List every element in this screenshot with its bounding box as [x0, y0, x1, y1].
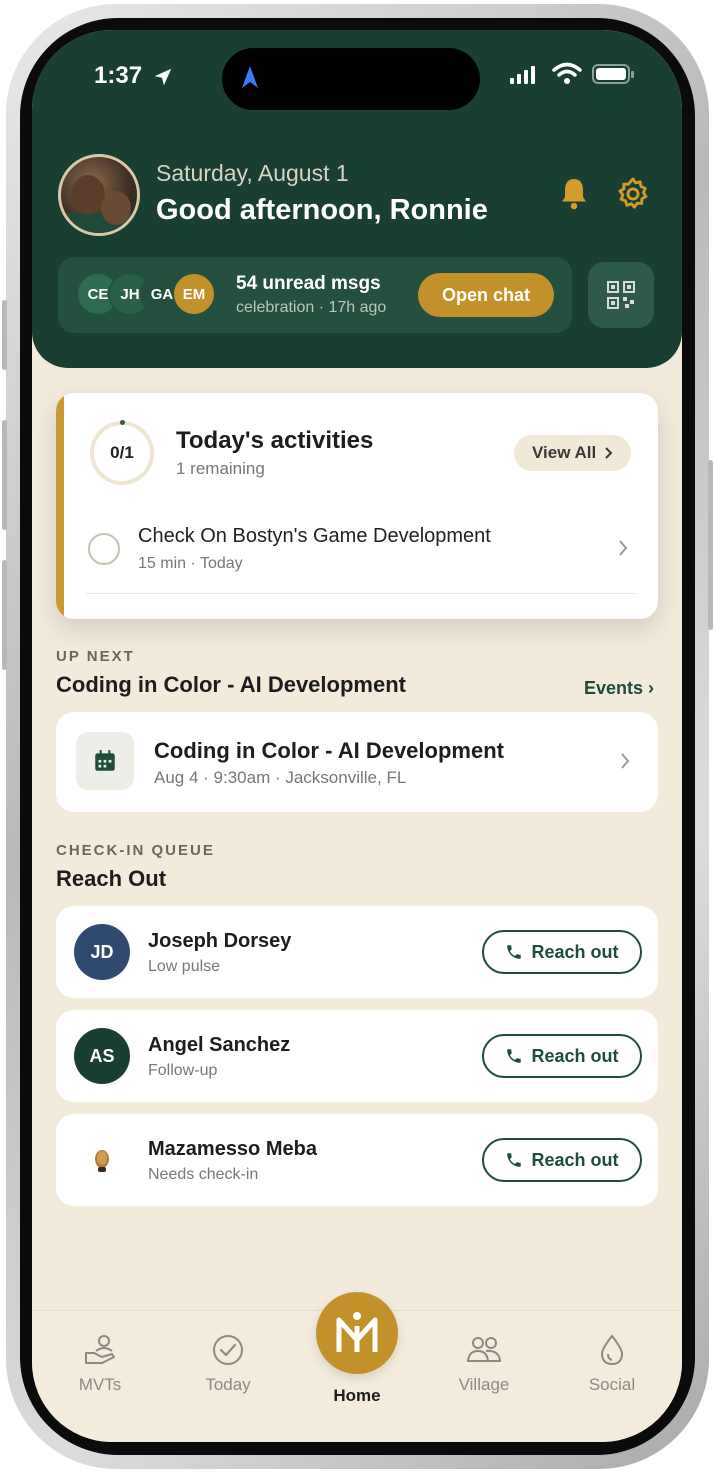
queue-person-card[interactable]: Mazamesso Meba Needs check-in Reach out: [56, 1114, 658, 1206]
home-logo-icon: [336, 1312, 378, 1352]
qr-code-button[interactable]: [588, 262, 654, 328]
reach-out-label: Reach out: [531, 1149, 619, 1170]
activities-title: Today's activities: [176, 427, 374, 454]
calendar-tile: [76, 732, 134, 790]
volume-up-button: [2, 420, 7, 530]
event-title: Coding in Color - AI Development: [154, 738, 504, 763]
reach-out-button[interactable]: Reach out: [482, 930, 642, 974]
card-accent-bar: [56, 393, 64, 619]
event-meta: Aug 4 · 9:30am · Jacksonville, FL: [154, 768, 407, 787]
navigation-arrow-icon: [242, 66, 258, 88]
checkin-queue-eyebrow: CHECK-IN QUEUE: [56, 842, 215, 859]
task-checkbox[interactable]: [88, 533, 120, 565]
status-time: 1:37: [94, 62, 143, 89]
people-icon: [466, 1337, 502, 1362]
view-all-button[interactable]: View All: [514, 435, 632, 471]
home-header: 1:37 Saturday, August 1 Good afternoon, …: [32, 30, 682, 368]
tab-social[interactable]: Social: [562, 1333, 662, 1395]
wifi-icon: [552, 62, 582, 84]
phone-icon: [507, 1049, 522, 1063]
tab-home-label: Home: [333, 1386, 381, 1405]
tab-label: MVTs: [78, 1375, 122, 1394]
greeting-title: Good afternoon, Ronnie: [156, 194, 488, 226]
up-next-title: Coding in Color - AI Development: [56, 672, 406, 697]
unread-count: 54 unread msgs: [236, 273, 381, 294]
date-label: Saturday, August 1: [156, 160, 349, 186]
person-reason: Follow-up: [148, 1062, 218, 1079]
battery-icon: [592, 64, 634, 84]
tab-village[interactable]: Village: [434, 1333, 534, 1395]
phone-icon: [507, 945, 522, 959]
events-link[interactable]: Events ›: [584, 678, 654, 699]
volume-down-button: [2, 560, 7, 670]
tab-today[interactable]: Today: [178, 1333, 278, 1395]
person-avatar: JD: [74, 924, 130, 980]
profile-avatar[interactable]: [58, 154, 140, 236]
person-name: Mazamesso Meba: [148, 1138, 317, 1160]
events-link-label: Events: [584, 678, 644, 698]
event-card[interactable]: Coding in Color - AI Development Aug 4 ·…: [56, 712, 658, 812]
tab-mvts[interactable]: MVTs: [50, 1333, 150, 1395]
person-avatar: AS: [74, 1028, 130, 1084]
progress-count: 0/1: [110, 443, 134, 462]
mute-switch: [2, 300, 7, 370]
reach-out-button[interactable]: Reach out: [482, 1034, 642, 1078]
app-screen: 1:37 Saturday, August 1 Good afternoon, …: [32, 30, 682, 1442]
tab-home[interactable]: [316, 1292, 398, 1374]
drop-icon: [600, 1334, 624, 1366]
checkin-queue-title: Reach Out: [56, 866, 167, 891]
bell-icon[interactable]: [556, 175, 592, 213]
person-reason: Low pulse: [148, 958, 221, 975]
progress-ring: 0/1: [90, 420, 154, 485]
person-reason: Needs check-in: [148, 1166, 259, 1183]
queue-person-card[interactable]: JD Joseph Dorsey Low pulse Reach out: [56, 906, 658, 998]
divider: [86, 593, 636, 594]
up-next-eyebrow: UP NEXT: [56, 648, 135, 665]
chat-participant-avatar: EM: [172, 272, 216, 316]
calendar-icon: [95, 750, 115, 771]
chevron-right-icon: [605, 447, 613, 459]
hand-person-icon: [85, 1335, 115, 1364]
person-name: Joseph Dorsey: [148, 930, 292, 952]
dynamic-island: [222, 48, 480, 110]
tab-label: Today: [205, 1375, 251, 1394]
reach-out-label: Reach out: [531, 1045, 619, 1066]
person-avatar: [74, 1132, 130, 1188]
todays-activities-card: 0/1 Today's activities 1 remaining View …: [56, 393, 658, 619]
open-chat-button[interactable]: Open chat: [418, 273, 554, 317]
check-circle-icon: [213, 1335, 243, 1365]
chevron-right-icon: [619, 540, 628, 556]
location-arrow-icon: [154, 68, 172, 86]
chat-meta: celebration · 17h ago: [236, 299, 387, 316]
chevron-right-icon: [621, 753, 630, 769]
power-button: [708, 460, 713, 630]
cellular-signal-icon: [510, 66, 535, 84]
tab-label: Social: [588, 1375, 636, 1394]
phone-icon: [507, 1153, 522, 1167]
group-chat-bar[interactable]: CE JH GA EM 54 unread msgs celebration ·…: [58, 257, 572, 333]
queue-person-card[interactable]: AS Angel Sanchez Follow-up Reach out: [56, 1010, 658, 1102]
tab-label: Village: [458, 1375, 510, 1394]
reach-out-button[interactable]: Reach out: [482, 1138, 642, 1182]
qr-code-icon: [607, 281, 635, 309]
person-photo-icon: [95, 1150, 109, 1172]
person-name: Angel Sanchez: [148, 1034, 291, 1056]
reach-out-label: Reach out: [531, 941, 619, 962]
task-row[interactable]: Check On Bostyn's Game Development 15 mi…: [86, 509, 636, 593]
view-all-label: View All: [532, 443, 597, 462]
gear-icon[interactable]: [614, 175, 652, 213]
task-title: Check On Bostyn's Game Development: [138, 525, 491, 547]
activities-remaining: 1 remaining: [176, 459, 265, 478]
task-meta: 15 min · Today: [138, 555, 243, 572]
